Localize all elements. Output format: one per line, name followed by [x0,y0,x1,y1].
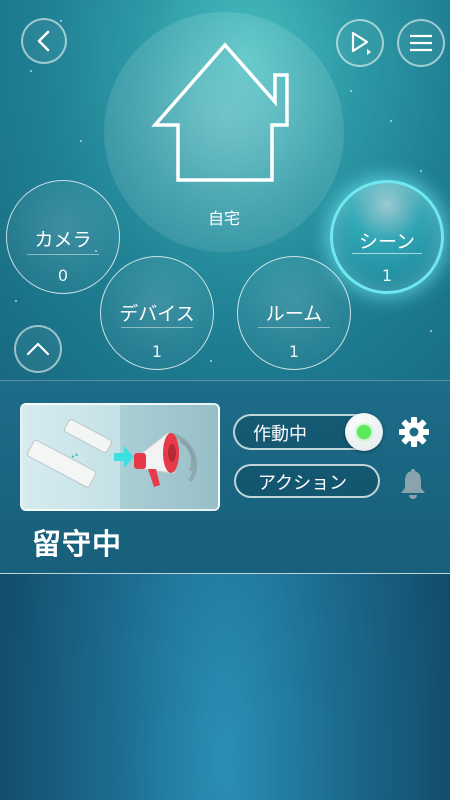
home-button[interactable]: 自宅 [104,12,344,252]
chevron-left-icon [37,30,50,52]
notification-button[interactable] [396,467,430,501]
status-label: 作動中 [253,424,307,445]
divider [352,253,422,254]
category-count: 1 [151,342,163,361]
scene-panel: 作動中 アクション 留守中 [0,380,450,574]
category-label: ルーム [265,303,323,325]
play-button[interactable] [336,19,384,67]
category-label: シーン [358,231,416,253]
star [80,140,82,142]
toggle-knob[interactable] [345,413,383,451]
hamburger-menu-icon [410,34,432,52]
house-icon [151,42,289,182]
star [15,300,17,302]
bell-icon [401,469,425,499]
star [60,20,62,22]
star [350,90,352,92]
category-count: 1 [381,266,393,285]
play-icon [351,31,371,55]
star [420,170,422,172]
camera-category-button[interactable]: カメラ 0 [6,180,120,294]
category-label: カメラ [34,229,92,251]
divider [258,327,330,328]
star [390,120,392,122]
star [430,330,432,332]
scene-category-button[interactable]: シーン 1 [330,180,444,294]
home-label: 自宅 [207,209,240,228]
menu-button[interactable] [397,19,445,67]
settings-button[interactable] [396,414,432,450]
home-hub-area: 自宅 カメラ 0 シーン 1 デバイス 1 ルーム 1 [0,0,450,380]
status-indicator [357,425,371,439]
scene-mode-name: 留守中 [32,527,123,561]
collapse-button[interactable] [14,325,62,373]
category-count: 0 [57,266,69,285]
scene-thumbnail[interactable] [20,403,220,511]
status-toggle[interactable]: 作動中 [233,413,383,451]
star [30,70,32,72]
action-label: アクション [258,473,348,494]
category-count: 1 [288,342,300,361]
back-button[interactable] [21,18,67,64]
action-button[interactable]: アクション [234,464,380,498]
device-category-button[interactable]: デバイス 1 [100,256,214,370]
sensor-to-siren-scene-icon [27,405,218,509]
room-category-button[interactable]: ルーム 1 [237,256,351,370]
gear-icon [399,417,429,447]
chevron-up-icon [26,342,50,356]
divider [121,327,193,328]
divider [27,254,99,255]
category-label: デバイス [119,303,195,325]
